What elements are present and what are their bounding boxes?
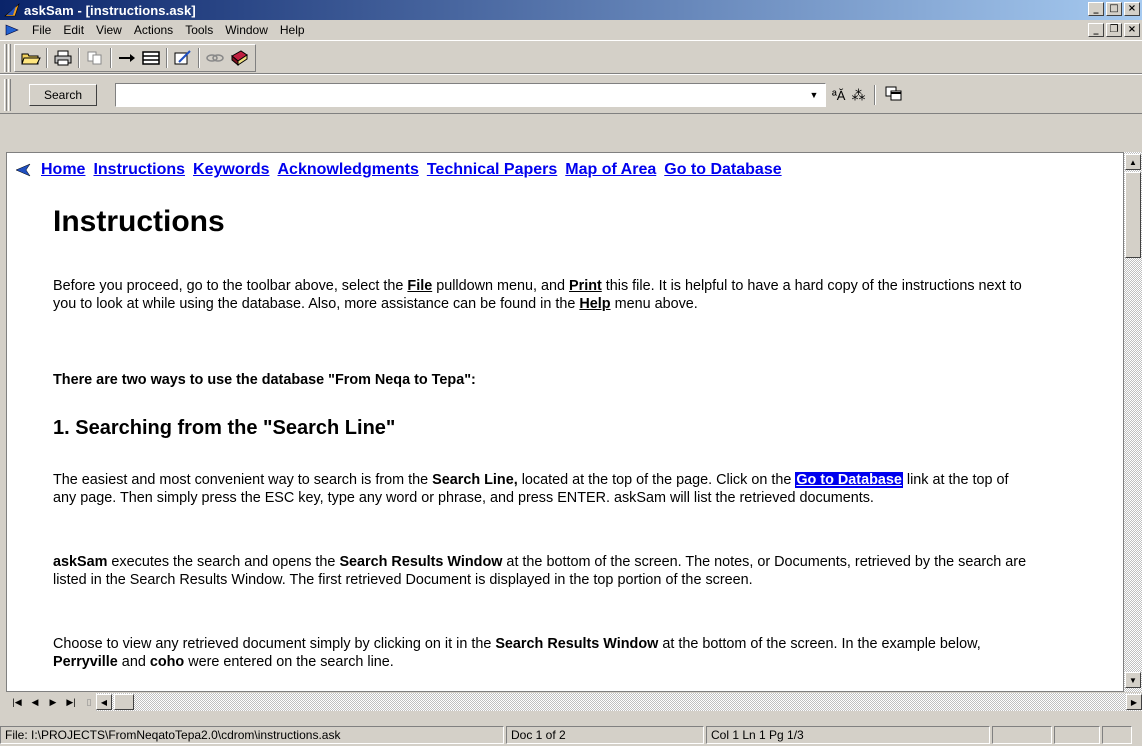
scroll-right-icon[interactable]: ▶ [1126,694,1142,710]
paragraph-search-results: askSam executes the search and opens the… [53,554,1027,588]
link-arrow-icon [15,163,31,177]
nav-link-technical-papers[interactable]: Technical Papers [427,161,557,179]
book-icon[interactable] [227,47,251,69]
toolbar-group [14,44,256,72]
search-toolbar: Search ▼ ªǍ ⁂ [0,74,1142,114]
doc-close-button[interactable]: × [1124,23,1140,37]
nav-link-acknowledgments[interactable]: Acknowledgments [277,161,418,179]
menu-actions[interactable]: Actions [128,23,179,37]
menu-bar: File Edit View Actions Tools Window Help… [0,20,1142,40]
document-view: Home Instructions Keywords Acknowledgmen… [6,152,1124,692]
first-document-icon[interactable]: |◀ [10,697,24,708]
toolbar-grip[interactable] [4,79,7,111]
status-bar: File: I:\PROJECTS\FromNeqatoTepa2.0\cdro… [0,724,1142,746]
toolbar-grip[interactable] [8,79,11,111]
nav-links: Home Instructions Keywords Acknowledgmen… [15,161,782,179]
paragraph-search-line: The easiest and most convenient way to s… [53,472,1009,506]
status-file: File: I:\PROJECTS\FromNeqatoTepa2.0\cdro… [0,726,504,744]
paragraph-choose: Choose to view any retrieved document si… [53,636,981,670]
menu-view[interactable]: View [90,23,128,37]
section-heading: 1. Searching from the "Search Line" [53,417,396,439]
windows-icon[interactable] [885,86,903,105]
paragraph-intro: Before you proceed, go to the toolbar ab… [53,278,1022,312]
scroll-left-icon[interactable]: ◀ [96,694,112,710]
nav-link-keywords[interactable]: Keywords [193,161,269,179]
nav-link-map-of-area[interactable]: Map of Area [565,161,656,179]
doc-minimize-button[interactable]: _ [1088,23,1104,37]
document-nav-bar: |◀ ◀ ▶ ▶| ▯ ◀ ▶ [6,692,1142,712]
chevron-down-icon[interactable]: ▼ [806,87,822,103]
next-document-icon[interactable]: ▶ [46,697,60,708]
title-bar: askSam - [instructions.ask] _ □ × [0,0,1142,20]
search-button[interactable]: Search [29,84,97,106]
menu-file[interactable]: File [26,23,57,37]
doc-restore-button[interactable]: ❐ [1106,23,1122,37]
close-button[interactable]: × [1124,2,1140,16]
link-icon[interactable] [203,47,227,69]
page-title: Instructions [53,205,225,238]
printer-icon[interactable] [51,47,75,69]
nav-link-go-to-database[interactable]: Go to Database [664,161,781,179]
asksam-app-icon [4,3,20,17]
asterisk-icon[interactable]: ⁂ [851,87,865,104]
folder-open-icon[interactable] [19,47,43,69]
edit-icon[interactable] [171,47,195,69]
vertical-scrollbar[interactable]: ▲ ▼ [1124,152,1142,692]
az-sort-icon[interactable]: ªǍ [832,88,845,103]
inline-link-go-to-database[interactable]: Go to Database [795,472,903,488]
document-icon [5,24,19,36]
main-toolbar [0,40,1142,74]
form-icon[interactable] [139,47,163,69]
window-title: askSam - [instructions.ask] [24,2,196,18]
copy-icon[interactable] [83,47,107,69]
bookmark-icon[interactable]: ▯ [82,697,96,708]
menu-help[interactable]: Help [274,23,311,37]
toolbar-grip[interactable] [4,44,7,72]
arrow-right-icon[interactable] [115,47,139,69]
search-input[interactable] [115,83,826,107]
horizontal-scroll-thumb[interactable] [114,694,134,710]
minimize-button[interactable]: _ [1088,2,1104,16]
status-panel [992,726,1052,744]
nav-link-instructions[interactable]: Instructions [93,161,185,179]
paragraph-two-ways: There are two ways to use the database "… [53,372,476,388]
status-position: Col 1 Ln 1 Pg 1/3 [706,726,990,744]
maximize-button[interactable]: □ [1106,2,1122,16]
resize-grip[interactable] [1102,726,1132,744]
nav-link-home[interactable]: Home [41,161,85,179]
horizontal-scrollbar[interactable]: ◀ ▶ [96,693,1142,711]
last-document-icon[interactable]: ▶| [64,697,78,708]
status-panel [1054,726,1100,744]
menu-window[interactable]: Window [219,23,274,37]
toolbar-grip[interactable] [8,44,11,72]
scroll-up-icon[interactable]: ▲ [1125,154,1141,170]
previous-document-icon[interactable]: ◀ [28,697,42,708]
scroll-thumb[interactable] [1125,172,1141,258]
scroll-down-icon[interactable]: ▼ [1125,672,1141,688]
status-doc: Doc 1 of 2 [506,726,704,744]
menu-tools[interactable]: Tools [179,23,219,37]
menu-edit[interactable]: Edit [57,23,90,37]
